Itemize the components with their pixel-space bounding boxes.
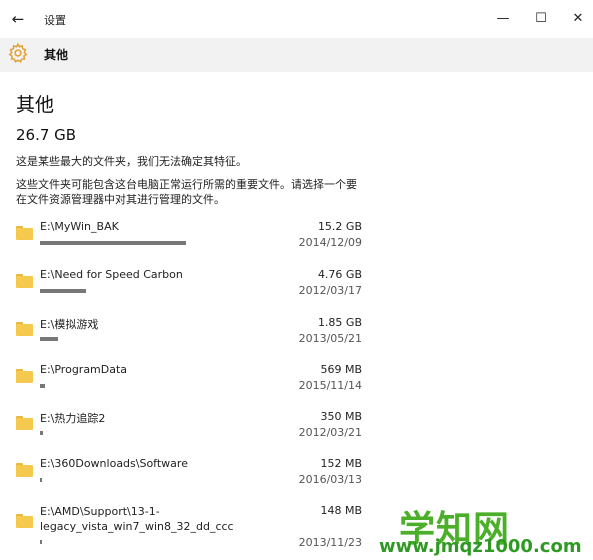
watermark-url: www.jmqz1000.com [379, 536, 582, 557]
folder-path: E:\360Downloads\Software [40, 457, 188, 470]
folder-size: 15.2 GB [317, 220, 362, 233]
folder-icon [16, 226, 33, 240]
description-text: 这些文件夹可能包含这台电脑正常运行所需的重要文件。请选择一个要在文件资源管理器中… [16, 178, 357, 206]
minimize-icon: — [496, 11, 510, 26]
main-content: 其他 26.7 GB 这是某些最大的文件夹，我们无法确定其特征。 这些文件夹可能… [0, 72, 593, 560]
usage-bar [40, 478, 42, 482]
folder-row[interactable]: E:\Need for Speed Carbon 4.76 GB 2012/03… [0, 266, 380, 313]
watermark: 学知网 www.jmqz1000.com [373, 500, 593, 560]
folder-date: 2013/11/23 [298, 536, 362, 549]
page-header: 其他 [0, 38, 593, 72]
folder-row[interactable]: E:\360Downloads\Software 152 MB 2016/03/… [0, 455, 380, 502]
maximize-icon: ☐ [535, 11, 547, 26]
folder-icon [16, 322, 33, 336]
title-bar: ← 设置 — ☐ ✕ [0, 0, 593, 38]
folder-path: E:\MyWin_BAK [40, 220, 119, 233]
folder-size: 148 MB [320, 504, 362, 517]
folder-date: 2014/12/09 [298, 236, 362, 249]
usage-bar [40, 384, 45, 388]
close-button[interactable]: ✕ [563, 8, 593, 30]
header-title: 其他 [44, 48, 69, 62]
description-text: 这是某些最大的文件夹，我们无法确定其特征。 [16, 155, 247, 168]
usage-bar [40, 289, 86, 293]
usage-bar [40, 241, 186, 245]
folder-row[interactable]: E:\ProgramData 569 MB 2015/11/14 [0, 361, 380, 408]
usage-bar [40, 540, 42, 544]
folder-row[interactable]: E:\模拟游戏 1.85 GB 2013/05/21 [0, 314, 380, 361]
maximize-button[interactable]: ☐ [526, 8, 556, 30]
back-arrow-icon: ← [11, 10, 25, 28]
folder-date: 2012/03/17 [298, 284, 362, 297]
window-title: 设置 [44, 14, 66, 27]
minimize-button[interactable]: — [488, 8, 518, 30]
folder-icon [16, 514, 33, 528]
folder-path: E:\AMD\Support\13-1-legacy_vista_win7_wi… [40, 505, 234, 533]
page-title: 其他 [16, 94, 55, 116]
back-button[interactable]: ← [6, 8, 30, 30]
gear-icon [8, 42, 28, 63]
folder-row[interactable]: E:\热力追踪2 350 MB 2012/03/21 [0, 408, 380, 455]
folder-date: 2013/05/21 [298, 332, 362, 345]
usage-bar [40, 337, 58, 341]
folder-row[interactable]: E:\AMD\Support\13-1-legacy_vista_win7_wi… [0, 502, 380, 560]
folder-size: 1.85 GB [317, 316, 362, 329]
folder-row[interactable]: E:\MyWin_BAK 15.2 GB 2014/12/09 [0, 218, 380, 265]
close-icon: ✕ [572, 11, 584, 26]
folder-icon [16, 416, 33, 430]
folder-icon [16, 369, 33, 383]
usage-bar [40, 431, 43, 435]
folder-path: E:\模拟游戏 [40, 318, 99, 331]
folder-size: 569 MB [320, 363, 362, 376]
folder-date: 2016/03/13 [298, 473, 362, 486]
folder-date: 2015/11/14 [298, 379, 362, 392]
folder-size: 4.76 GB [317, 268, 362, 281]
folder-path: E:\Need for Speed Carbon [40, 268, 183, 281]
folder-icon [16, 463, 33, 477]
total-size: 26.7 GB [16, 126, 77, 144]
folder-icon [16, 274, 33, 288]
folder-size: 152 MB [320, 457, 362, 470]
folder-date: 2012/03/21 [298, 426, 362, 439]
folder-path: E:\ProgramData [40, 363, 128, 376]
folder-size: 350 MB [320, 410, 362, 423]
folder-path: E:\热力追踪2 [40, 412, 106, 425]
